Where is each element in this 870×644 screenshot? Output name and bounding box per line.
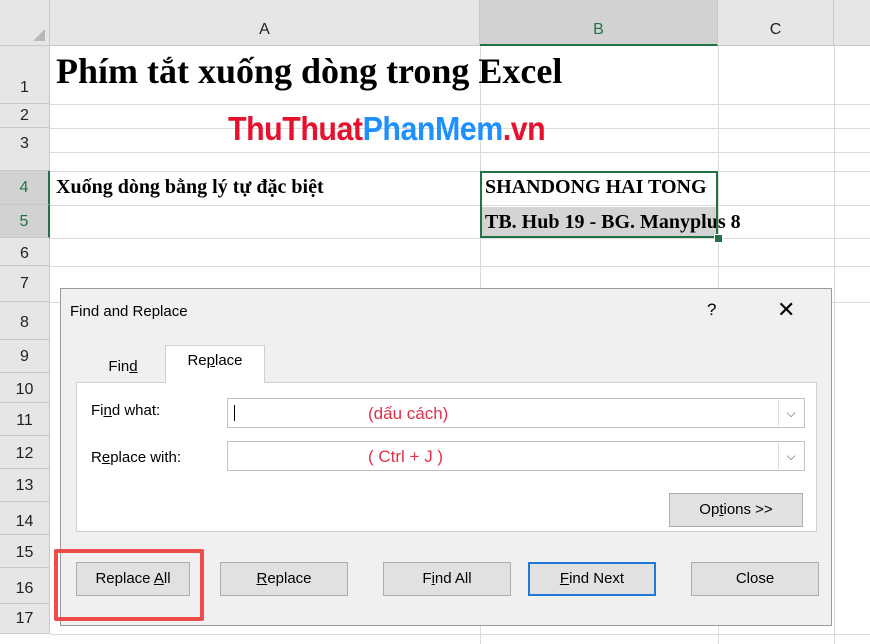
select-all-corner[interactable]: [0, 0, 50, 46]
row-header-12[interactable]: 12: [0, 436, 50, 469]
brand-part-3: .vn: [502, 110, 546, 147]
tab-label-rest: lace: [215, 352, 243, 369]
label-accel: e: [101, 449, 111, 466]
brand-part-2: PhanMem: [362, 110, 504, 147]
btn-text: Op: [699, 501, 720, 518]
column-header-c[interactable]: C: [718, 0, 834, 46]
find-what-input[interactable]: (dấu cách) ⌵: [227, 398, 805, 428]
replace-with-input[interactable]: ( Ctrl + J ) ⌵: [227, 441, 805, 471]
tab-label: Re: [187, 352, 207, 369]
label-part: R: [91, 449, 102, 466]
column-header-d[interactable]: [834, 0, 870, 46]
label-part: place with:: [110, 449, 182, 466]
cell-a4[interactable]: Xuống dòng bằng lý tự đặc biệt: [56, 176, 324, 199]
row-header-5[interactable]: 5: [0, 205, 50, 238]
tab-label: Fin: [108, 358, 130, 375]
tab-accel: d: [129, 358, 138, 375]
gridline: [50, 171, 870, 172]
row-header-8[interactable]: 8: [0, 302, 50, 340]
btn-accel: F: [559, 570, 570, 587]
dialog-title: Find and Replace: [70, 303, 188, 320]
cell-selection-border: [480, 171, 718, 238]
row-header-14[interactable]: 14: [0, 502, 50, 535]
btn-text: eplace: [267, 570, 312, 587]
close-button[interactable]: Close: [691, 562, 819, 596]
chevron-down-icon[interactable]: ⌵: [778, 400, 803, 426]
row-header-1[interactable]: 1: [0, 46, 50, 104]
find-next-button[interactable]: Find Next: [528, 562, 656, 596]
brand-part-1: ThuThuat: [228, 110, 363, 147]
select-all-triangle-icon: [33, 29, 45, 41]
annotation-highlight-box: [54, 549, 204, 621]
replace-with-hint: ( Ctrl + J ): [368, 447, 444, 466]
row-header-2[interactable]: 2: [0, 104, 50, 128]
tab-find[interactable]: Find: [83, 355, 163, 379]
gridline: [50, 634, 870, 635]
gridline: [50, 205, 870, 206]
btn-accel: R: [256, 570, 268, 587]
row-header-4[interactable]: 4: [0, 171, 50, 205]
options-button[interactable]: Options >>: [669, 493, 803, 527]
cell-a2-brand[interactable]: ThuThuatPhanMem.vn: [228, 110, 546, 148]
text-caret: [234, 405, 235, 421]
row-header-3[interactable]: 3: [0, 128, 50, 171]
replace-button[interactable]: Replace: [220, 562, 348, 596]
row-header-9[interactable]: 9: [0, 340, 50, 373]
close-icon[interactable]: ✕: [777, 297, 795, 323]
btn-text: ind Next: [569, 570, 625, 587]
help-icon[interactable]: ?: [707, 300, 716, 320]
row-header-11[interactable]: 11: [0, 403, 50, 436]
column-header-a[interactable]: A: [50, 0, 480, 46]
find-what-label: Find what:: [91, 402, 160, 419]
row-header-10[interactable]: 10: [0, 373, 50, 403]
replace-with-label: Replace with:: [91, 449, 181, 466]
gridline: [50, 238, 870, 239]
btn-text: ions >>: [723, 501, 773, 518]
label-accel: n: [103, 402, 112, 419]
row-header-6[interactable]: 6: [0, 238, 50, 266]
btn-text: nd All: [434, 570, 472, 587]
find-all-button[interactable]: Find All: [383, 562, 511, 596]
row-header-17[interactable]: 17: [0, 604, 50, 634]
gridline: [50, 266, 870, 267]
label-part: d what:: [111, 402, 161, 419]
row-header-13[interactable]: 13: [0, 469, 50, 502]
gridline: [50, 104, 870, 105]
row-header-7[interactable]: 7: [0, 266, 50, 302]
row-header-15[interactable]: 15: [0, 535, 50, 568]
gridline: [834, 46, 835, 644]
chevron-down-icon[interactable]: ⌵: [778, 443, 803, 469]
find-what-hint: (dấu cách): [368, 404, 449, 423]
tab-accel: p: [206, 352, 215, 369]
label-part: Fi: [91, 402, 104, 419]
btn-text: F: [422, 570, 432, 587]
tab-replace[interactable]: Replace: [165, 345, 265, 383]
fill-handle[interactable]: [714, 234, 723, 243]
row-header-16[interactable]: 16: [0, 568, 50, 604]
column-header-b[interactable]: B: [480, 0, 718, 46]
cell-a1-title[interactable]: Phím tắt xuống dòng trong Excel: [56, 50, 562, 92]
gridline: [50, 152, 870, 153]
